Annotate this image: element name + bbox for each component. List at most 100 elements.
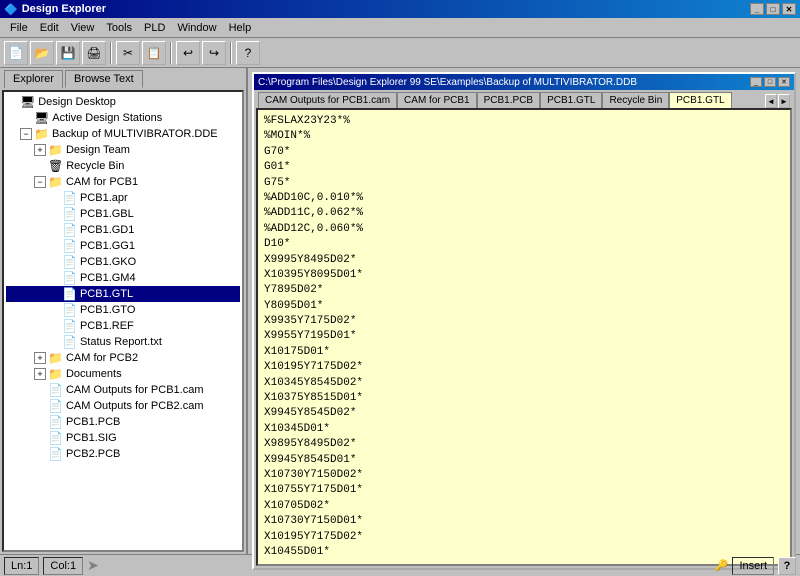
expand-icon[interactable]: + [34,368,46,380]
tab-browse-text[interactable]: Browse Text [65,70,143,88]
undo-button[interactable]: ↩ [176,41,200,65]
open-button[interactable]: 📂 [30,41,54,65]
redo-button[interactable]: ↪ [202,41,226,65]
tree-item-icon: 📄 [62,335,77,349]
code-line: X9995Y8495D02* [264,253,784,268]
tree-item[interactable]: 📄PCB1.PCB [6,414,240,430]
doc-tab-pcb1-gtl-active[interactable]: PCB1.GTL [669,92,731,108]
paste-button[interactable]: 📋 [142,41,166,65]
tree-item[interactable]: 📄PCB1.GD1 [6,222,240,238]
maximize-button[interactable]: □ [766,3,780,15]
left-panel: Explorer Browse Text 🖥Design Desktop🖥Act… [0,68,248,554]
tab-scroll-right[interactable]: ► [778,94,790,108]
app-title: Design Explorer [22,3,106,15]
tree-item[interactable]: 📄CAM Outputs for PCB1.cam [6,382,240,398]
code-line: X9935Y7175D02* [264,314,784,329]
tree-item-label: PCB1.GTO [80,304,135,316]
code-line: X9955Y7195D01* [264,329,784,344]
tree-item-icon: 📄 [62,191,77,205]
menu-pld[interactable]: PLD [138,20,171,36]
expand-icon[interactable]: − [20,128,32,140]
toolbar-sep1 [110,42,112,64]
main-area: Explorer Browse Text 🖥Design Desktop🖥Act… [0,68,800,554]
doc-window: C:\Program Files\Design Explorer 99 SE\E… [252,72,796,570]
tree-item[interactable]: 📄PCB1.GG1 [6,238,240,254]
tree-item-label: PCB1.PCB [66,416,120,428]
panel-tabs: Explorer Browse Text [0,68,246,88]
doc-tab-recycle[interactable]: Recycle Bin [602,92,669,108]
doc-tab-scroll: ◄ ► [765,94,790,108]
doc-close-btn[interactable]: ✕ [778,77,790,87]
tree-item[interactable]: +📁Documents [6,366,240,382]
tree-item-label: CAM for PCB1 [66,176,138,188]
doc-tab-cam-outputs[interactable]: CAM Outputs for PCB1.cam [258,92,397,108]
tree-item-icon: 📄 [48,415,63,429]
doc-tab-cam-pcb1[interactable]: CAM for PCB1 [397,92,477,108]
menu-window[interactable]: Window [171,20,222,36]
tree-item[interactable]: 📄PCB1.GKO [6,254,240,270]
menu-view[interactable]: View [65,20,101,36]
doc-tab-pcb1-gtl[interactable]: PCB1.GTL [540,92,602,108]
tree-item-label: Recycle Bin [66,160,124,172]
tree-item[interactable]: 📄PCB1.apr [6,190,240,206]
print-button[interactable]: 🖨 [82,41,106,65]
tree-item[interactable]: −📁CAM for PCB1 [6,174,240,190]
tree-item-label: PCB1.GG1 [80,240,135,252]
tree-item-label: Design Team [66,144,130,156]
doc-title-btns: _ □ ✕ [750,77,790,87]
tab-scroll-left[interactable]: ◄ [765,94,777,108]
cut-button[interactable]: ✂ [116,41,140,65]
tree-item[interactable]: −📁Backup of MULTIVIBRATOR.DDE [6,126,240,142]
tree-item-label: PCB1.GM4 [80,272,136,284]
tree-item-label: PCB1.GKO [80,256,136,268]
tree-item-icon: 📄 [62,303,77,317]
doc-title-bar: C:\Program Files\Design Explorer 99 SE\E… [254,74,794,90]
tree-item[interactable]: 📄CAM Outputs for PCB2.cam [6,398,240,414]
tree-item[interactable]: 📄PCB1.SIG [6,430,240,446]
code-line: X10455D01* [264,545,784,560]
help-button[interactable]: ? [778,557,796,575]
tree-item[interactable]: 📄PCB1.GBL [6,206,240,222]
new-button[interactable]: 📄 [4,41,28,65]
doc-content[interactable]: %FSLAX23Y23*%%MOIN*%G70*G01*G75*%ADD10C,… [256,108,792,566]
minimize-button[interactable]: _ [750,3,764,15]
doc-tab-pcb1-pcb[interactable]: PCB1.PCB [477,92,540,108]
doc-maximize-btn[interactable]: □ [764,77,776,87]
tree-item[interactable]: +📁Design Team [6,142,240,158]
tree-item[interactable]: +📁CAM for PCB2 [6,350,240,366]
tree-item[interactable]: 📄PCB1.GM4 [6,270,240,286]
status-mode: Insert [732,557,774,575]
expand-icon[interactable]: + [34,144,46,156]
code-line: X10730Y7150D01* [264,514,784,529]
menu-edit[interactable]: Edit [34,20,65,36]
code-line: X10705D02* [264,499,784,514]
tree-item[interactable]: 📄PCB2.PCB [6,446,240,462]
tree-item[interactable]: 📄Status Report.txt [6,334,240,350]
tree-item[interactable]: 📄PCB1.REF [6,318,240,334]
tree-item[interactable]: 📄PCB1.GTL [6,286,240,302]
title-bar: 🔷 Design Explorer _ □ ✕ [0,0,800,18]
status-col: Col:1 [43,557,83,575]
tree-area[interactable]: 🖥Design Desktop🖥Active Design Stations−📁… [2,90,244,552]
expand-icon[interactable]: − [34,176,46,188]
menu-file[interactable]: File [4,20,34,36]
code-line: X10195Y7175D02* [264,530,784,545]
tree-item[interactable]: 🖥Active Design Stations [6,110,240,126]
right-panel: C:\Program Files\Design Explorer 99 SE\E… [248,68,800,554]
save-button[interactable]: 💾 [56,41,80,65]
expand-icon[interactable]: + [34,352,46,364]
tree-item[interactable]: 🗑Recycle Bin [6,158,240,174]
menu-help[interactable]: Help [223,20,258,36]
tab-explorer[interactable]: Explorer [4,70,63,88]
tree-item-icon: 📁 [48,175,63,189]
tree-item-icon: 📄 [62,287,77,301]
tree-item-label: CAM Outputs for PCB1.cam [66,384,204,396]
close-button[interactable]: ✕ [782,3,796,15]
doc-path: C:\Program Files\Design Explorer 99 SE\E… [258,77,637,88]
menu-tools[interactable]: Tools [100,20,138,36]
help-toolbar-button[interactable]: ? [236,41,260,65]
code-line: X10345Y8545D02* [264,376,784,391]
tree-item[interactable]: 📄PCB1.GTO [6,302,240,318]
tree-item[interactable]: 🖥Design Desktop [6,94,240,110]
doc-minimize-btn[interactable]: _ [750,77,762,87]
